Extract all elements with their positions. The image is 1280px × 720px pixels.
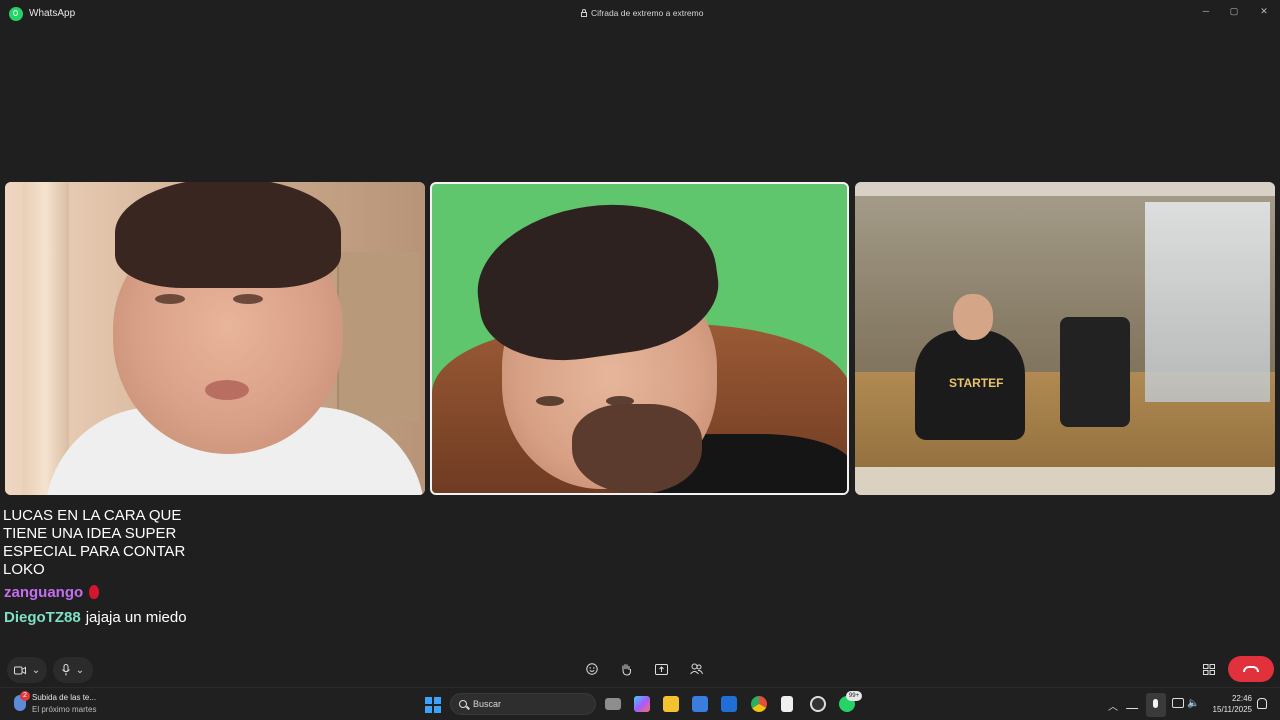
camera-icon <box>13 666 26 674</box>
chat-message: zanguango <box>4 584 100 601</box>
emoji-reaction-button[interactable] <box>583 660 601 678</box>
mic-icon <box>61 664 70 676</box>
whatsapp-notification-badge: 99+ <box>846 691 862 701</box>
maximize-button[interactable]: ▢ <box>1220 4 1248 18</box>
participant-video-1[interactable] <box>5 182 425 495</box>
layout-button[interactable] <box>1200 660 1218 678</box>
clock-time: 22:46 <box>1231 694 1252 703</box>
add-participant-icon <box>689 663 703 675</box>
windows-start-icon[interactable] <box>425 697 441 713</box>
participant-beard <box>572 404 702 493</box>
search-placeholder: Buscar <box>473 699 502 709</box>
minimize-button[interactable]: ─ <box>1192 4 1220 18</box>
raise-hand-button[interactable] <box>617 660 635 678</box>
title-bar: WhatsApp Cifrada de extremo a extremo ─ … <box>0 0 1280 28</box>
end-call-button[interactable] <box>1228 656 1274 682</box>
weather-badge: 2 <box>20 691 30 701</box>
participant-video-3[interactable]: STARTEF <box>855 182 1275 495</box>
document-icon[interactable] <box>781 696 793 712</box>
copilot-icon[interactable] <box>634 696 650 712</box>
raise-hand-icon <box>622 663 631 676</box>
share-screen-icon <box>654 663 668 675</box>
thermometer-icon: 2 <box>14 691 30 711</box>
participant-eye <box>233 294 263 304</box>
chat-username: zanguango <box>4 584 84 601</box>
taskbar-search[interactable]: Buscar <box>450 693 596 715</box>
chat-text: jajaja un miedo <box>85 609 187 626</box>
chat-username: DiegoTZ88 <box>4 609 81 626</box>
glass-partition <box>1145 202 1270 402</box>
participant-mouth <box>205 380 249 400</box>
chevron-up-icon[interactable]: ︿ <box>1108 698 1118 713</box>
taskbar: 2 Subida de las te... El próximo martes … <box>0 687 1280 720</box>
camera-toggle[interactable]: ⌄ <box>7 657 47 683</box>
chevron-down-icon: ⌄ <box>75 664 85 676</box>
file-explorer-icon[interactable] <box>663 696 679 712</box>
stream-overlay-text: LUCAS EN LA CARA QUE TIENE UNA IDEA SUPE… <box>3 507 186 578</box>
mic-tray-icon[interactable] <box>1146 693 1166 717</box>
app-title: WhatsApp <box>29 8 76 19</box>
chevron-down-icon: ⌄ <box>31 664 41 676</box>
task-view-icon[interactable] <box>605 698 621 710</box>
door <box>337 252 419 422</box>
volume-icon[interactable]: 🔈 <box>1187 698 1199 709</box>
clock[interactable]: 22:46 15/11/2025 <box>1204 693 1252 715</box>
clock-date: 15/11/2025 <box>1212 705 1252 714</box>
ceiling <box>855 182 1275 196</box>
close-button[interactable]: ✕ <box>1250 4 1278 18</box>
emoji-icon <box>586 663 598 675</box>
desk <box>855 467 1275 495</box>
share-screen-button[interactable] <box>652 660 670 678</box>
notification-bell-icon[interactable] <box>1257 698 1267 709</box>
door-frame <box>23 182 69 495</box>
phone-hangup-icon <box>1243 666 1259 672</box>
encryption-notice: Cifrada de extremo a extremo <box>581 8 703 18</box>
office-chair <box>1060 317 1130 427</box>
search-icon <box>459 700 467 708</box>
microsoft-store-icon[interactable] <box>692 696 708 712</box>
mic-toggle[interactable]: ⌄ <box>53 657 93 683</box>
chat-message: DiegoTZ88 jajaja un miedo <box>4 609 187 626</box>
whatsapp-logo-icon <box>9 7 23 21</box>
weather-subtitle: El próximo martes <box>32 705 97 714</box>
weather-title: Subida de las te... <box>32 693 97 702</box>
obs-icon[interactable] <box>810 696 826 712</box>
participant-eye <box>155 294 185 304</box>
participant-video-2-active[interactable] <box>430 182 849 495</box>
lock-icon <box>581 9 587 17</box>
add-participant-button[interactable] <box>687 660 705 678</box>
mail-icon[interactable] <box>721 696 737 712</box>
participant-face <box>953 294 993 340</box>
participant-eye <box>536 396 564 406</box>
encryption-label: Cifrada de extremo a extremo <box>591 8 704 18</box>
chrome-icon[interactable] <box>751 696 767 712</box>
call-toolbar: ⌄ ⌄ <box>0 651 1280 687</box>
camera-off-icon[interactable] <box>1125 698 1143 709</box>
layout-icon <box>1203 663 1215 675</box>
network-icon[interactable] <box>1172 698 1184 708</box>
badge-icon <box>89 585 100 599</box>
shirt-text: STARTEF <box>949 376 1004 390</box>
participant-hair <box>115 182 341 288</box>
weather-widget[interactable]: 2 Subida de las te... El próximo martes <box>14 691 97 714</box>
